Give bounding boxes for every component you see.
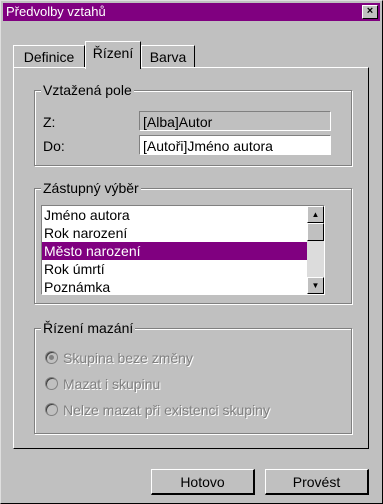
tab-label: Definice <box>23 49 75 65</box>
apply-button[interactable]: Provést <box>265 469 369 495</box>
list-item[interactable]: Jméno autora <box>42 206 324 224</box>
list-item[interactable]: Poznámka <box>42 278 324 294</box>
from-field: [Alba]Autor <box>139 111 331 131</box>
substitute-selection-legend: Zástupný výběr <box>41 179 141 197</box>
from-label: Z: <box>43 114 56 130</box>
tab-barva[interactable]: Barva <box>141 45 195 68</box>
tab-label: Barva <box>149 49 187 65</box>
list-item[interactable]: Rok úmrtí <box>42 260 324 278</box>
scroll-up-arrow-icon[interactable]: ▲ <box>307 206 324 223</box>
substitute-selection-group: Zástupný výběr Jméno autora Rok narození… <box>34 179 352 304</box>
tab-panel-rizeni: Vztažená pole Z: [Alba]Autor Do: [Autoři… <box>13 67 369 449</box>
ok-button[interactable]: Hotovo <box>151 469 255 495</box>
related-fields-group: Vztažená pole Z: [Alba]Autor Do: [Autoři… <box>34 81 352 166</box>
radio-icon <box>45 377 58 390</box>
delete-control-legend: Řízení mazání <box>41 319 136 337</box>
tab-definice[interactable]: Definice <box>13 45 85 68</box>
radio-icon <box>45 351 58 364</box>
radio-label: Skupina beze změny <box>63 350 193 366</box>
delete-control-group: Řízení mazání Skupina beze změny Mazat i… <box>34 319 352 434</box>
to-label: Do: <box>43 138 65 154</box>
listbox-scrollbar[interactable]: ▲ ▼ <box>307 206 324 294</box>
window-title: Předvolby vztahů <box>6 4 106 19</box>
relationship-preferences-dialog: Předvolby vztahů × Definice Řízení Barva… <box>0 0 383 504</box>
radio-label: Nelze mazat při existenci skupiny <box>63 402 270 418</box>
scroll-down-arrow-icon[interactable]: ▼ <box>307 277 324 294</box>
radio-cannot-delete: Nelze mazat při existenci skupiny <box>45 401 270 419</box>
radio-group-unchanged: Skupina beze změny <box>45 349 193 367</box>
title-bar[interactable]: Předvolby vztahů × <box>3 3 380 21</box>
list-item-selected[interactable]: Město narození <box>42 242 324 260</box>
tab-rizeni[interactable]: Řízení <box>85 41 141 69</box>
related-fields-legend: Vztažená pole <box>41 81 134 99</box>
tab-label: Řízení <box>92 45 134 61</box>
substitute-listbox[interactable]: Jméno autora Rok narození Město narození… <box>41 205 325 295</box>
to-field[interactable]: [Autoři]Jméno autora <box>139 135 331 155</box>
radio-icon <box>45 403 58 416</box>
scroll-thumb[interactable] <box>307 223 324 241</box>
list-item[interactable]: Rok narození <box>42 224 324 242</box>
radio-label: Mazat i skupinu <box>63 376 161 392</box>
radio-delete-group: Mazat i skupinu <box>45 375 160 393</box>
close-button[interactable]: × <box>362 5 378 19</box>
